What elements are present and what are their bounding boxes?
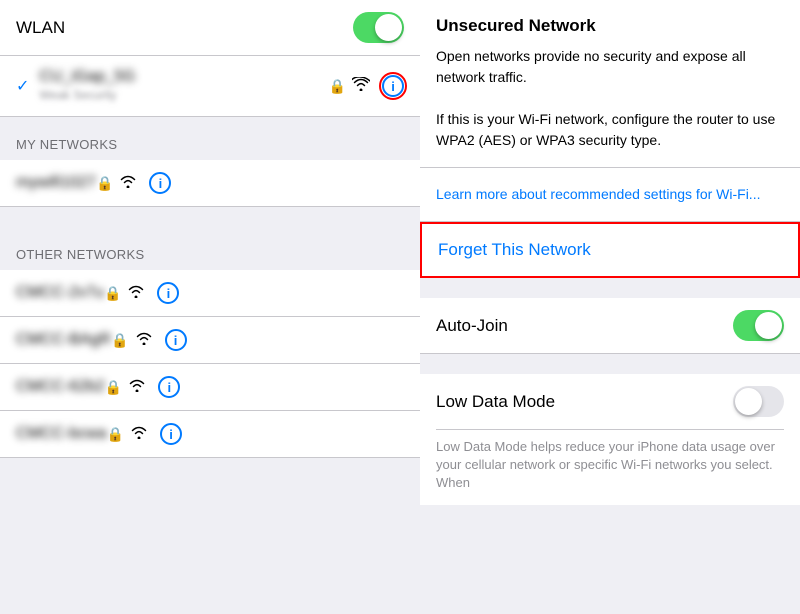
other-network-row[interactable]: CMCC-BAgR 🔒 i [0, 317, 420, 364]
wlan-toggle[interactable] [353, 12, 404, 43]
wifi-icon [119, 174, 137, 193]
forget-network-button[interactable]: Forget This Network [438, 240, 591, 259]
connected-info-button[interactable]: i [382, 75, 404, 97]
unsecured-network-section: Unsecured Network Open networks provide … [420, 0, 800, 168]
forget-network-section: Forget This Network [420, 222, 800, 278]
other-network-name-1: CMCC-2v7u [16, 284, 104, 302]
other-network-icons-1: 🔒 i [104, 282, 179, 304]
desc-line2: If this is your Wi-Fi network, configure… [436, 111, 775, 148]
other-network-row[interactable]: CMCC-62b2 🔒 i [0, 364, 420, 411]
learn-more-section: Learn more about recommended settings fo… [420, 168, 800, 222]
wifi-icon [127, 284, 145, 303]
auto-join-row: Auto-Join [420, 298, 800, 354]
other-network-row[interactable]: CMCC-bcwa 🔒 i [0, 411, 420, 458]
my-network-name: mywifi1027 [16, 174, 96, 192]
wifi-network-list: WLAN ✓ CU_iGap_5G Weak Security 🔒 i MY N… [0, 0, 420, 614]
connected-ssid: CU_iGap_5G [39, 68, 135, 86]
unsecured-network-title: Unsecured Network [436, 16, 784, 36]
my-networks-header: MY NETWORKS [0, 117, 420, 160]
other-network-icons-2: 🔒 i [111, 329, 186, 351]
other-network-info-2[interactable]: i [165, 329, 187, 351]
lock-icon: 🔒 [96, 175, 113, 192]
lock-icon: 🔒 [105, 379, 122, 396]
my-network-info-button[interactable]: i [149, 172, 171, 194]
lock-icon: 🔒 [107, 426, 124, 443]
low-data-mode-toggle[interactable] [733, 386, 784, 417]
auto-join-toggle[interactable] [733, 310, 784, 341]
my-network-row[interactable]: mywifi1027 🔒 i [0, 160, 420, 207]
lock-icon: 🔒 [329, 78, 346, 95]
other-network-info-3[interactable]: i [158, 376, 180, 398]
connected-network-name: CU_iGap_5G Weak Security [39, 68, 328, 104]
settings-divider [420, 354, 800, 374]
other-network-name-3: CMCC-62b2 [16, 378, 105, 396]
other-network-name-2: CMCC-BAgR [16, 331, 111, 349]
desc-line1: Open networks provide no security and ex… [436, 48, 746, 85]
wifi-icon [130, 425, 148, 444]
low-data-section: Low Data Mode Low Data Mode helps reduce… [420, 374, 800, 505]
low-data-mode-label: Low Data Mode [436, 392, 733, 412]
other-network-name-4: CMCC-bcwa [16, 425, 107, 443]
section-divider [0, 207, 420, 227]
other-network-icons-3: 🔒 i [105, 376, 180, 398]
wlan-label: WLAN [16, 18, 353, 38]
wlan-row: WLAN [0, 0, 420, 56]
my-network-icons: 🔒 i [96, 172, 171, 194]
other-network-info-4[interactable]: i [160, 423, 182, 445]
network-detail-panel: Unsecured Network Open networks provide … [420, 0, 800, 614]
connected-network-row[interactable]: ✓ CU_iGap_5G Weak Security 🔒 i [0, 56, 420, 117]
connected-network-icons: 🔒 i [329, 75, 404, 97]
learn-more-link[interactable]: Learn more about recommended settings fo… [436, 186, 760, 202]
other-network-info-1[interactable]: i [157, 282, 179, 304]
wifi-icon [135, 331, 153, 350]
other-networks-header: OTHER NETWORKS [0, 227, 420, 270]
unsecured-network-description: Open networks provide no security and ex… [436, 46, 784, 151]
checkmark-icon: ✓ [16, 76, 29, 96]
other-network-row[interactable]: CMCC-2v7u 🔒 i [0, 270, 420, 317]
lock-icon: 🔒 [111, 332, 128, 349]
connected-security: Weak Security [39, 88, 116, 102]
wifi-strength-icon [352, 77, 370, 96]
low-data-mode-row: Low Data Mode [436, 374, 784, 430]
lock-icon: 🔒 [104, 285, 121, 302]
wifi-icon [128, 378, 146, 397]
other-network-icons-4: 🔒 i [107, 423, 182, 445]
low-data-description: Low Data Mode helps reduce your iPhone d… [436, 430, 784, 505]
auto-join-label: Auto-Join [436, 316, 733, 336]
